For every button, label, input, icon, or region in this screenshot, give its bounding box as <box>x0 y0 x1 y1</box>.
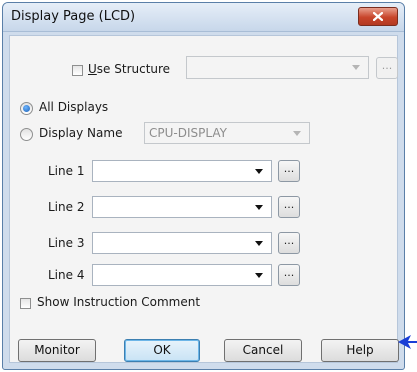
all-displays-radio[interactable] <box>20 102 33 115</box>
show-comment-label: Show Instruction Comment <box>37 295 201 309</box>
line-4-combo[interactable] <box>92 264 272 286</box>
line-1-combo[interactable] <box>92 160 272 182</box>
chevron-down-icon <box>255 241 263 246</box>
close-x-icon <box>373 12 383 21</box>
display-name-label: Display Name <box>39 126 123 140</box>
title-bar[interactable]: Display Page (LCD) <box>3 3 404 32</box>
arrow-left-icon <box>398 335 417 349</box>
close-button[interactable] <box>358 7 398 26</box>
display-name-value: CPU-DISPLAY <box>149 126 227 140</box>
line-3-combo[interactable] <box>92 232 272 254</box>
window-title: Display Page (LCD) <box>11 9 136 24</box>
line-4-label: Line 4 <box>48 268 85 282</box>
line-3-browse-button[interactable]: ... <box>278 232 300 254</box>
radio-selected-dot <box>23 105 30 112</box>
cancel-button[interactable]: Cancel <box>224 339 302 362</box>
dialog-body: Use Structure ... All Displays Display N… <box>9 35 399 363</box>
line-2-combo[interactable] <box>92 196 272 218</box>
chevron-down-icon <box>255 205 263 210</box>
line-1-label: Line 1 <box>48 164 85 178</box>
line-3-label: Line 3 <box>48 236 85 250</box>
all-displays-label: All Displays <box>39 100 109 114</box>
use-structure-checkbox[interactable] <box>72 65 83 76</box>
chevron-down-icon <box>255 169 263 174</box>
show-comment-checkbox[interactable] <box>20 298 31 309</box>
line-2-browse-button[interactable]: ... <box>278 196 300 218</box>
structure-combo[interactable] <box>186 56 369 79</box>
chevron-down-icon <box>293 131 301 136</box>
line-1-browse-button[interactable]: ... <box>278 160 300 182</box>
chevron-down-icon <box>255 273 263 278</box>
display-name-combo[interactable]: CPU-DISPLAY <box>144 122 310 144</box>
line-2-label: Line 2 <box>48 200 85 214</box>
help-button[interactable]: Help <box>321 339 399 362</box>
display-page-dialog: Display Page (LCD) Use Structure ... All… <box>2 2 405 370</box>
display-name-radio[interactable] <box>20 128 33 141</box>
use-structure-label: Use Structure <box>88 62 171 76</box>
monitor-button[interactable]: Monitor <box>18 339 96 362</box>
chevron-down-icon <box>352 65 360 70</box>
structure-browse-button[interactable]: ... <box>376 57 398 79</box>
line-4-browse-button[interactable]: ... <box>278 264 300 286</box>
ok-button[interactable]: OK <box>124 339 200 362</box>
